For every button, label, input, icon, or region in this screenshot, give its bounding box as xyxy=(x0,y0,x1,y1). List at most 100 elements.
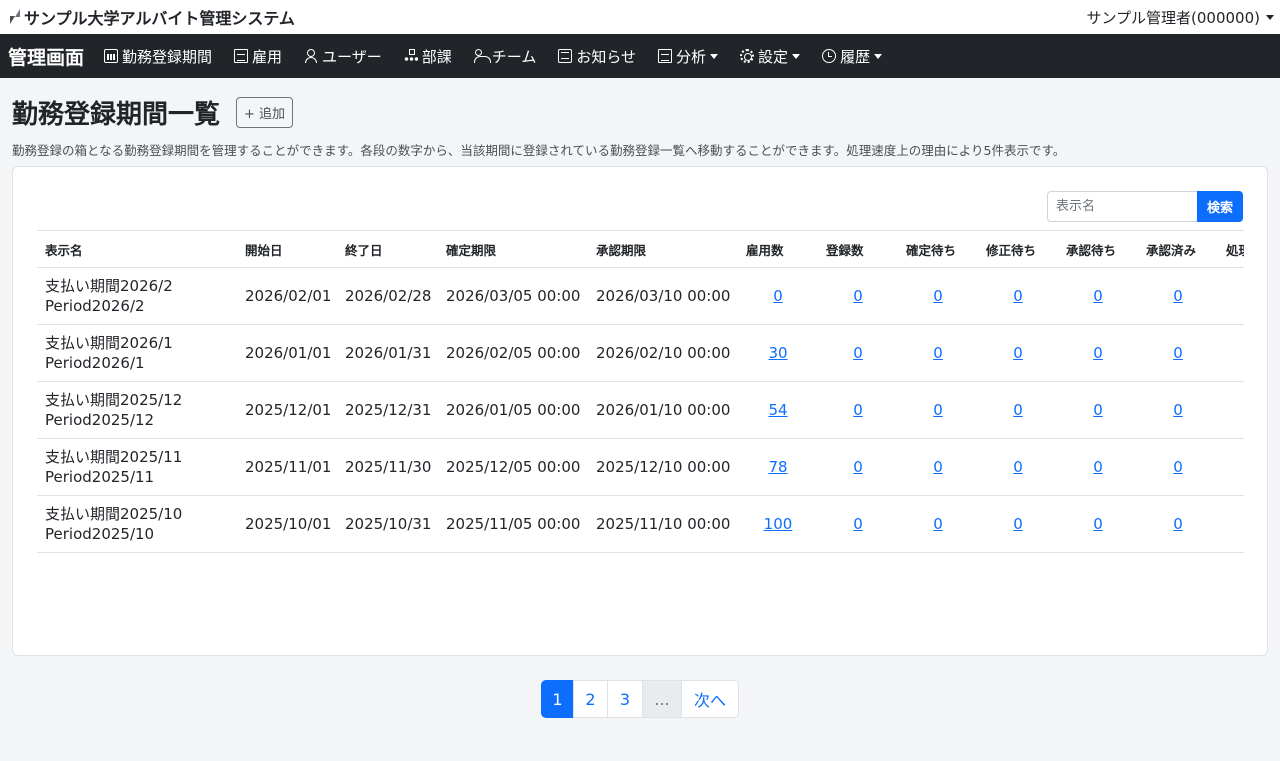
news-icon xyxy=(558,49,573,63)
nav-item-departments[interactable]: 部課 xyxy=(403,46,452,67)
column-header: 承認期限 xyxy=(588,230,738,268)
nav-item-label: 雇用 xyxy=(252,47,283,66)
search-input[interactable] xyxy=(1047,191,1197,222)
pending-approval-link[interactable]: 0 xyxy=(1093,344,1103,362)
account-name: サンプル管理者(000000) xyxy=(1086,8,1260,27)
registration-count-link[interactable]: 0 xyxy=(853,515,863,533)
pending-fix-cell: 0 xyxy=(978,381,1058,439)
approved-link[interactable]: 0 xyxy=(1173,344,1183,362)
registration-count-cell: 0 xyxy=(818,495,898,553)
pending-approval-link[interactable]: 0 xyxy=(1093,401,1103,419)
nav-item-news[interactable]: お知らせ xyxy=(558,46,636,67)
column-header: 開始日 xyxy=(237,230,337,268)
periods-table-wrapper[interactable]: 表示名 開始日 終了日 確定期限 承認期限 雇用数 登録数 確定待ち 修正待ち … xyxy=(37,230,1244,553)
pending-confirm-link[interactable]: 0 xyxy=(933,344,943,362)
pending-approval-link[interactable]: 0 xyxy=(1093,515,1103,533)
pending-confirm-link[interactable]: 0 xyxy=(933,287,943,305)
approved-link[interactable]: 0 xyxy=(1173,458,1183,476)
end-date-cell: 2025/11/30 xyxy=(337,438,438,496)
periods-table: 表示名 開始日 終了日 確定期限 承認期限 雇用数 登録数 確定待ち 修正待ち … xyxy=(37,230,1244,553)
column-header: 承認待ち xyxy=(1058,230,1138,268)
nav-item-work-periods[interactable]: 勤務登録期間 xyxy=(104,46,212,67)
actions-cell xyxy=(1218,495,1244,553)
app-title: サンプル大学アルバイト管理システム xyxy=(24,9,295,28)
actions-cell xyxy=(1218,324,1244,382)
page-3-button[interactable]: 3 xyxy=(607,680,643,718)
approved-link[interactable]: 0 xyxy=(1173,401,1183,419)
next-page-button[interactable]: 次へ xyxy=(681,680,739,718)
nav-item-teams[interactable]: チーム xyxy=(473,46,536,67)
approve-deadline-cell: 2026/02/10 00:00 xyxy=(588,324,738,382)
navbar-title[interactable]: 管理画面 xyxy=(8,43,84,70)
employment-count-link[interactable]: 0 xyxy=(773,287,783,305)
pending-approval-link[interactable]: 0 xyxy=(1093,458,1103,476)
approved-link[interactable]: 0 xyxy=(1173,515,1183,533)
employment-count-link[interactable]: 78 xyxy=(768,458,787,476)
registration-count-link[interactable]: 0 xyxy=(853,344,863,362)
nav-item-label: 履歴 xyxy=(840,47,871,66)
table-row: 支払い期間2026/1 Period2026/1 2026/01/01 2026/… xyxy=(37,324,1244,382)
page-1-button[interactable]: 1 xyxy=(541,680,574,718)
pending-fix-link[interactable]: 0 xyxy=(1013,515,1023,533)
column-header: 処理 xyxy=(1218,230,1244,268)
nav-item-users[interactable]: ユーザー xyxy=(304,46,382,67)
nav-item-settings[interactable]: 設定 xyxy=(740,46,801,67)
search-button[interactable]: 検索 xyxy=(1197,191,1243,222)
nav-item-label: ユーザー xyxy=(322,47,382,66)
pending-fix-link[interactable]: 0 xyxy=(1013,458,1023,476)
registration-count-link[interactable]: 0 xyxy=(853,287,863,305)
approved-cell: 0 xyxy=(1138,324,1218,382)
org-chart-icon xyxy=(403,49,418,63)
nav-item-analytics[interactable]: 分析 xyxy=(658,46,719,67)
approve-deadline-cell: 2025/11/10 00:00 xyxy=(588,495,738,553)
confirm-deadline-cell: 2025/11/05 00:00 xyxy=(438,495,588,553)
employment-count-link[interactable]: 30 xyxy=(768,344,787,362)
registration-count-cell: 0 xyxy=(818,267,898,325)
nav-item-history[interactable]: 履歴 xyxy=(822,46,883,67)
pending-fix-cell: 0 xyxy=(978,438,1058,496)
nav-item-employment[interactable]: 雇用 xyxy=(234,46,282,67)
approved-link[interactable]: 0 xyxy=(1173,287,1183,305)
pending-fix-link[interactable]: 0 xyxy=(1013,401,1023,419)
page-header: 勤務登録期間一覧 + 追加 xyxy=(0,78,1280,131)
confirm-deadline-cell: 2026/03/05 00:00 xyxy=(438,267,588,325)
period-name-cell: 支払い期間2025/11 Period2025/11 xyxy=(37,438,237,496)
employment-count-link[interactable]: 54 xyxy=(768,401,787,419)
pending-fix-link[interactable]: 0 xyxy=(1013,344,1023,362)
end-date-cell: 2026/02/28 xyxy=(337,267,438,325)
pending-confirm-link[interactable]: 0 xyxy=(933,458,943,476)
pending-approval-cell: 0 xyxy=(1058,495,1138,553)
pending-confirm-cell: 0 xyxy=(898,438,978,496)
pending-fix-link[interactable]: 0 xyxy=(1013,287,1023,305)
pending-approval-cell: 0 xyxy=(1058,324,1138,382)
column-header: 雇用数 xyxy=(738,230,818,268)
period-name-cell: 支払い期間2026/2 Period2026/2 xyxy=(37,267,237,325)
clock-icon xyxy=(822,49,837,63)
approved-cell: 0 xyxy=(1138,267,1218,325)
user-icon xyxy=(304,49,318,63)
account-menu[interactable]: サンプル管理者(000000) xyxy=(1086,7,1274,28)
table-row: 支払い期間2026/2 Period2026/2 2026/02/01 2026/… xyxy=(37,267,1244,325)
page-2-button[interactable]: 2 xyxy=(573,680,608,718)
start-date-cell: 2026/01/01 xyxy=(237,324,337,382)
registration-count-link[interactable]: 0 xyxy=(853,458,863,476)
app-logo-icon xyxy=(8,8,20,26)
chevron-down-icon xyxy=(710,53,719,59)
approve-deadline-cell: 2026/01/10 00:00 xyxy=(588,381,738,439)
registration-count-cell: 0 xyxy=(818,324,898,382)
chevron-down-icon xyxy=(792,53,801,59)
period-name-en: Period2025/12 xyxy=(45,411,155,429)
period-name-cell: 支払い期間2026/1 Period2026/1 xyxy=(37,324,237,382)
app-brand[interactable]: サンプル大学アルバイト管理システム xyxy=(8,5,295,29)
pending-confirm-link[interactable]: 0 xyxy=(933,401,943,419)
confirm-deadline-cell: 2026/02/05 00:00 xyxy=(438,324,588,382)
add-button[interactable]: + 追加 xyxy=(236,97,294,128)
employment-count-link[interactable]: 100 xyxy=(764,515,793,533)
document-icon xyxy=(234,49,249,63)
pending-confirm-link[interactable]: 0 xyxy=(933,515,943,533)
period-name-cell: 支払い期間2025/12 Period2025/12 xyxy=(37,381,237,439)
period-name-ja: 支払い期間2026/2 xyxy=(45,277,173,295)
registration-count-link[interactable]: 0 xyxy=(853,401,863,419)
pending-approval-link[interactable]: 0 xyxy=(1093,287,1103,305)
column-header: 修正待ち xyxy=(978,230,1058,268)
